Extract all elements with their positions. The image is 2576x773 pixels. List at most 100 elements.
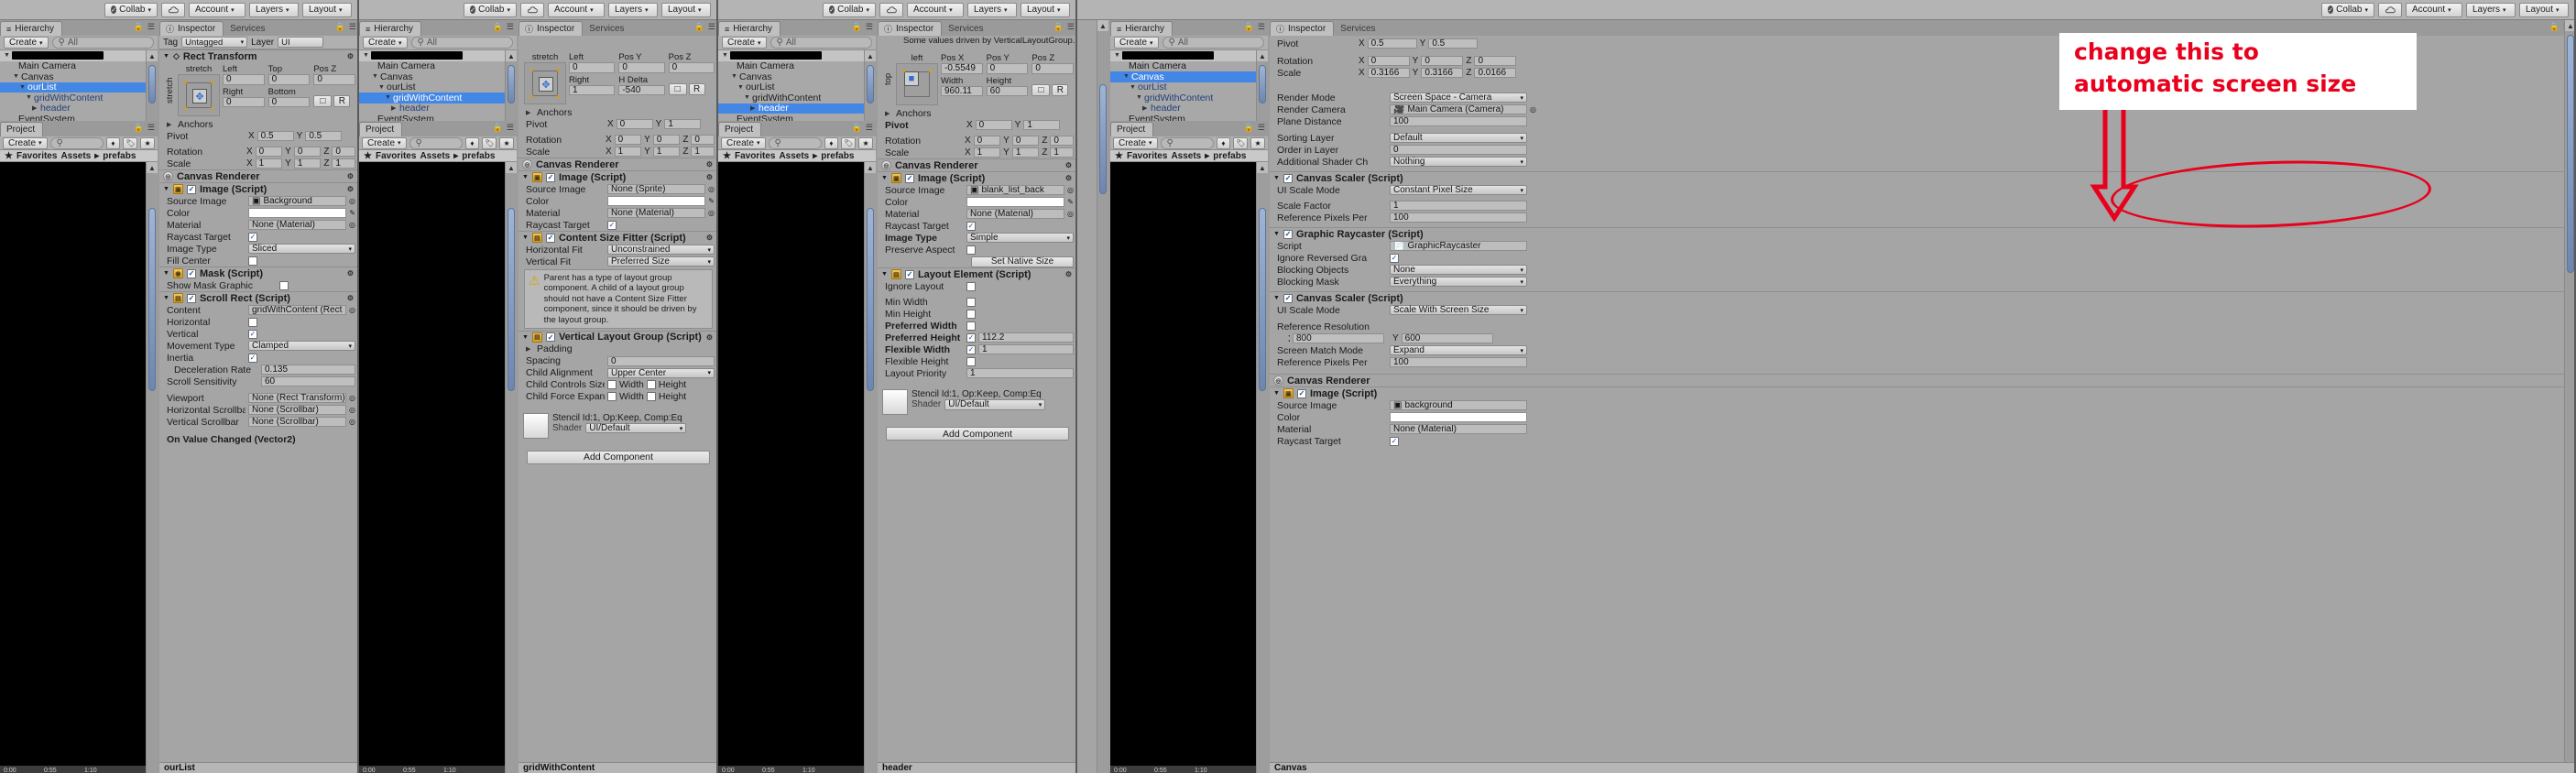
top-field[interactable]: 0 bbox=[267, 74, 311, 85]
filter-type-icon[interactable]: ♦ bbox=[824, 136, 839, 149]
deceleration-field[interactable]: 0.135 bbox=[261, 364, 355, 376]
child-alignment-dropdown[interactable]: Upper Center ▾ bbox=[607, 367, 715, 379]
hamburger-icon[interactable]: ☰ bbox=[866, 22, 873, 32]
layout-button[interactable]: Layout ▾ bbox=[661, 2, 711, 17]
hamburger-icon[interactable]: ☰ bbox=[866, 123, 873, 133]
project-content-3[interactable]: ▲ 0:00 0:55 1:10 bbox=[718, 162, 876, 773]
chevron-down-icon[interactable]: ▼ bbox=[163, 53, 169, 60]
list-item[interactable]: Main Camera bbox=[718, 60, 876, 71]
ref-resolution-x-field[interactable]: 800 bbox=[1293, 332, 1384, 344]
reference-pixels-field-1[interactable]: 100 bbox=[1390, 212, 1527, 223]
image-enabled-checkbox[interactable]: ✓ bbox=[1296, 388, 1306, 398]
pivot-x-field[interactable]: 0.5 bbox=[1367, 38, 1417, 49]
chevron-down-icon[interactable]: ▼ bbox=[163, 270, 169, 277]
raw-mode-button[interactable]: R bbox=[688, 83, 705, 95]
chevron-down-icon[interactable]: ▼ bbox=[522, 234, 529, 241]
layout-element-enabled-checkbox[interactable]: ✓ bbox=[904, 269, 914, 279]
add-component-button[interactable]: Add Component bbox=[527, 450, 710, 464]
collab-button[interactable]: ✓ Collab ▾ bbox=[464, 2, 517, 17]
layers-button[interactable]: Layers ▾ bbox=[967, 2, 1017, 17]
lock-icon[interactable]: 🔒 bbox=[1244, 22, 1254, 32]
tab-services[interactable]: Services bbox=[583, 21, 632, 36]
mask-enabled-checkbox[interactable]: ✓ bbox=[186, 268, 196, 278]
blueprint-icon[interactable]: □ bbox=[313, 95, 333, 107]
tab-services[interactable]: Services bbox=[942, 21, 991, 36]
rot-y-field[interactable]: 0 bbox=[1011, 135, 1040, 147]
ignore-layout-checkbox[interactable]: ✓ bbox=[966, 281, 976, 291]
cloud-button[interactable] bbox=[520, 2, 544, 17]
object-picker-icon[interactable]: ◎ bbox=[1067, 186, 1074, 194]
list-item[interactable]: ▼ gridWithContent bbox=[1110, 93, 1268, 103]
blueprint-icon[interactable]: □ bbox=[668, 83, 687, 95]
source-image-field[interactable]: ▣ Background bbox=[248, 195, 347, 207]
chevron-down-icon[interactable]: ▼ bbox=[522, 334, 529, 341]
list-item[interactable]: Main Camera bbox=[359, 60, 517, 71]
collab-button[interactable]: ✓ Collab ▾ bbox=[104, 2, 158, 17]
create-button[interactable]: Create ▾ bbox=[3, 136, 48, 149]
scroll-up-icon[interactable]: ▲ bbox=[1097, 20, 1108, 31]
color-swatch[interactable] bbox=[248, 207, 347, 219]
content-field[interactable]: gridWithContent (Rect bbox=[248, 304, 347, 316]
cloud-button[interactable] bbox=[161, 2, 185, 17]
gear-icon[interactable]: ⚙ bbox=[706, 333, 715, 342]
favorite-star-icon[interactable]: ★ bbox=[858, 136, 874, 149]
child-controls-height-checkbox[interactable]: ✓ bbox=[646, 380, 656, 390]
scale-z-field[interactable]: 1 bbox=[332, 158, 355, 169]
material-field[interactable]: None (Material) bbox=[607, 207, 706, 219]
hierarchy-root[interactable]: ▼☰ bbox=[1110, 50, 1268, 61]
image-enabled-checkbox[interactable]: ✓ bbox=[186, 184, 196, 194]
lock-icon[interactable]: 🔒 bbox=[1244, 123, 1254, 133]
pivot-y-field[interactable]: 0.5 bbox=[1428, 38, 1479, 49]
object-picker-icon[interactable]: ◎ bbox=[1067, 210, 1074, 218]
child-force-height-checkbox[interactable]: ✓ bbox=[646, 392, 656, 402]
list-item[interactable]: ▼ Canvas bbox=[718, 71, 876, 82]
search-input[interactable]: ⚲ All bbox=[410, 37, 513, 49]
blueprint-icon[interactable]: □ bbox=[1031, 84, 1051, 96]
scale-x-field[interactable]: 1 bbox=[973, 147, 1001, 158]
filter-type-icon[interactable]: ♦ bbox=[1216, 136, 1231, 149]
search-input[interactable]: ⚲ bbox=[768, 136, 822, 149]
mask-script-header[interactable]: ▼ ◉ ✓ Mask (Script) ⚙ bbox=[159, 267, 357, 279]
tab-inspector[interactable]: ⓘ Inspector bbox=[159, 21, 224, 36]
layers-button[interactable]: Layers ▾ bbox=[249, 2, 299, 17]
list-item[interactable]: ▶ header bbox=[1110, 103, 1268, 114]
account-button[interactable]: Account ▾ bbox=[2406, 2, 2462, 17]
scroll-up-icon[interactable]: ▲ bbox=[147, 50, 158, 61]
list-item[interactable]: Main Camera bbox=[0, 60, 158, 71]
filter-type-icon[interactable]: ♦ bbox=[464, 136, 480, 149]
pivot-y-field[interactable]: 1 bbox=[1023, 119, 1061, 131]
tab-inspector[interactable]: ⓘ Inspector bbox=[878, 21, 943, 36]
search-input[interactable]: ⚲ All bbox=[51, 37, 154, 49]
hscrollbar-field[interactable]: None (Scrollbar) bbox=[248, 404, 347, 416]
source-image-field[interactable]: ▣ blank_list_back bbox=[966, 184, 1065, 196]
raw-mode-button[interactable]: R bbox=[1052, 84, 1069, 96]
scrollbar-thumb[interactable] bbox=[508, 65, 515, 103]
graphic-raycaster-enabled-checkbox[interactable]: ✓ bbox=[1283, 229, 1293, 239]
layout-button[interactable]: Layout ▾ bbox=[2519, 2, 2569, 17]
canvas-renderer-header[interactable]: ◎ Canvas Renderer ⚙ bbox=[159, 169, 357, 182]
tab-hierarchy[interactable]: ≡ Hierarchy bbox=[718, 21, 781, 36]
scroll-up-icon[interactable]: ▲ bbox=[1257, 50, 1268, 61]
chevron-down-icon[interactable]: ▼ bbox=[1273, 390, 1280, 397]
material-field[interactable]: None (Material) bbox=[966, 208, 1065, 220]
canvas-renderer-header[interactable]: ◎ Canvas Renderer ⚙ bbox=[518, 158, 716, 170]
pivot-x-field[interactable]: 0 bbox=[975, 119, 1012, 131]
image-script-header[interactable]: ▼ ▣ ✓ Image (Script) ⚙ bbox=[518, 170, 716, 183]
hierarchy-root[interactable]: ▼ ☰ bbox=[0, 50, 158, 61]
tab-hierarchy[interactable]: ≡ Hierarchy bbox=[0, 21, 63, 36]
gear-icon[interactable]: ⚙ bbox=[706, 160, 715, 169]
ui-scale-mode-dropdown-2[interactable]: Scale With Screen Size ▾ bbox=[1390, 304, 1527, 316]
list-item[interactable]: ▼ Canvas bbox=[0, 71, 158, 82]
scroll-up-icon[interactable]: ▲ bbox=[1257, 162, 1268, 173]
width-field[interactable]: 960.11 bbox=[941, 85, 983, 96]
scale-y-field[interactable]: 1 bbox=[293, 158, 322, 169]
preferred-width-checkbox[interactable]: ✓ bbox=[966, 321, 976, 331]
flexible-width-field[interactable]: 1 bbox=[978, 343, 1074, 355]
raycast-target-checkbox[interactable]: ✓ bbox=[966, 221, 976, 231]
list-item[interactable]: ▶ header bbox=[359, 103, 517, 114]
favorite-star-icon[interactable]: ★ bbox=[140, 136, 156, 149]
list-item[interactable]: ▼ Canvas bbox=[359, 71, 517, 82]
object-picker-icon[interactable]: ◎ bbox=[1530, 105, 1536, 114]
project-content-2[interactable]: ▲ 0:00 0:55 1:10 bbox=[359, 162, 517, 773]
show-mask-checkbox[interactable]: ✓ bbox=[279, 280, 289, 290]
